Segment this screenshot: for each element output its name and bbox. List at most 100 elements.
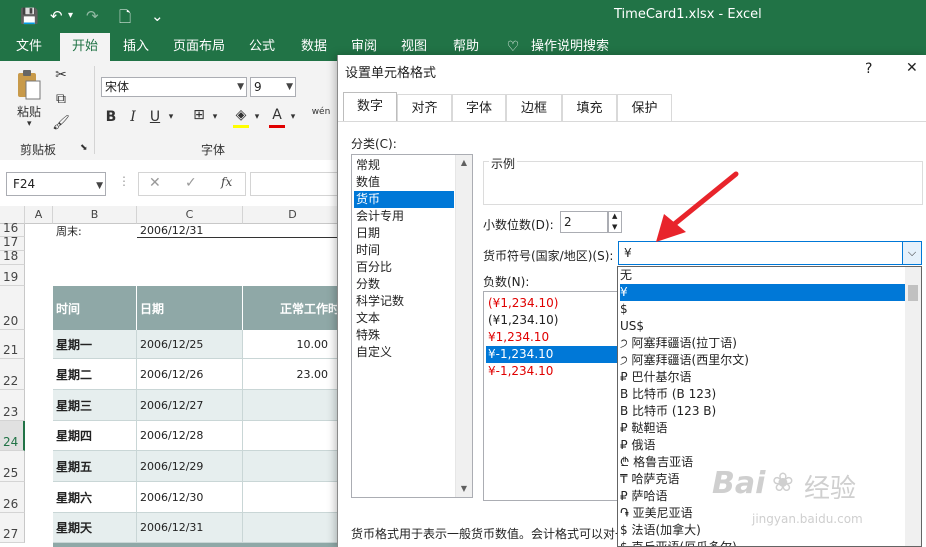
paste-button-label[interactable]: 粘贴 (17, 103, 41, 120)
scroll-down-icon[interactable]: ▼ (456, 481, 472, 497)
row-header[interactable]: 27 (0, 513, 25, 543)
list-item[interactable]: US$ (620, 318, 905, 335)
list-item[interactable]: $ 法语(加拿大) (620, 522, 905, 539)
list-item[interactable]: ¥-1,234.10 (486, 363, 618, 380)
list-item[interactable]: B 比特币 (B 123) (620, 386, 905, 403)
list-item[interactable]: ₽ 巴什基尔语 (620, 369, 905, 386)
date-cell[interactable]: 2006/12/27 (137, 390, 243, 421)
list-item[interactable]: 常规 (354, 157, 456, 174)
day-cell[interactable]: 星期五 (53, 451, 137, 482)
step-up-icon[interactable]: ▲ (612, 212, 617, 220)
confirm-entry-icon[interactable]: ✓ (185, 175, 197, 191)
column-header[interactable]: C (137, 206, 243, 224)
cut-icon[interactable]: ✂ (52, 67, 70, 83)
header-time[interactable]: 时间 (53, 286, 137, 330)
list-item[interactable]: ֏ 亚美尼亚语 (620, 505, 905, 522)
day-cell[interactable]: 星期三 (53, 390, 137, 421)
column-header[interactable]: A (25, 206, 53, 224)
row-header[interactable]: 25 (0, 451, 25, 482)
list-item[interactable]: 科学记数 (354, 293, 456, 310)
list-item[interactable]: ੭ 阿塞拜疆语(西里尔文) (620, 352, 905, 369)
date-cell[interactable]: 2006/12/29 (137, 451, 243, 482)
list-item[interactable]: (¥1,234.10) (486, 295, 618, 312)
list-item[interactable]: 数值 (354, 174, 456, 191)
list-item[interactable]: 文本 (354, 310, 456, 327)
tab-alignment[interactable]: 对齐 (397, 94, 452, 121)
date-cell[interactable]: 2006/12/30 (137, 482, 243, 513)
close-button[interactable]: ✕ (906, 60, 918, 76)
decimal-places-input[interactable]: 2 (560, 211, 608, 233)
list-item[interactable]: 时间 (354, 242, 456, 259)
day-cell[interactable]: 星期天 (53, 513, 137, 543)
hours-cell[interactable]: 23.00 (243, 359, 340, 390)
list-item[interactable]: 特殊 (354, 327, 456, 344)
dropdown-scrollbar[interactable] (905, 267, 921, 546)
borders-dropdown-icon[interactable]: ▾ (210, 112, 220, 122)
hours-cell[interactable] (243, 451, 340, 482)
chevron-down-icon[interactable]: ⌵ (902, 242, 921, 264)
tab-fill[interactable]: 填充 (562, 94, 617, 121)
row-header[interactable]: 22 (0, 359, 25, 390)
list-item[interactable]: ₸ 哈萨克语 (620, 471, 905, 488)
row-header-selected[interactable]: 24 (0, 421, 25, 451)
borders-icon[interactable]: ⊞ (190, 107, 208, 123)
redo-icon[interactable]: ↷ (86, 7, 99, 25)
font-name-select[interactable]: 宋体 ▼ (101, 77, 247, 97)
column-header[interactable]: B (53, 206, 137, 224)
currency-dropdown-list[interactable]: 无 ¥ $ US$ ੭ 阿塞拜疆语(拉丁语) ੭ 阿塞拜疆语(西里尔文) ₽ 巴… (617, 266, 922, 547)
list-item-selected[interactable]: ¥-1,234.10 (486, 346, 618, 363)
row-header[interactable]: 18 (0, 249, 25, 265)
list-item[interactable]: ₽ 俄语 (620, 437, 905, 454)
tab-protection[interactable]: 保护 (617, 94, 672, 121)
font-color-button[interactable]: A (268, 107, 286, 123)
tab-page-layout[interactable]: 页面布局 (166, 33, 232, 61)
underline-dropdown-icon[interactable]: ▾ (166, 112, 176, 122)
decimal-stepper[interactable]: ▲ ▼ (608, 211, 622, 233)
list-item[interactable]: ₽ 萨哈语 (620, 488, 905, 505)
tab-insert[interactable]: 插入 (114, 33, 158, 61)
list-item-selected[interactable]: ¥ (620, 284, 905, 301)
font-size-select[interactable]: 9 ▼ (250, 77, 296, 97)
day-cell[interactable]: 星期一 (53, 330, 137, 359)
tab-file[interactable]: 文件 (6, 33, 52, 61)
help-button[interactable]: ? (865, 61, 872, 77)
list-item-selected[interactable]: 货币 (354, 191, 454, 208)
tab-font[interactable]: 字体 (452, 94, 506, 121)
list-item[interactable]: B 比特币 (123 B) (620, 403, 905, 420)
undo-icon[interactable]: ↶ (50, 7, 63, 25)
row-header[interactable]: 23 (0, 390, 25, 421)
list-item[interactable]: ₾ 格鲁吉亚语 (620, 454, 905, 471)
cancel-entry-icon[interactable]: ✕ (149, 175, 161, 191)
tab-border[interactable]: 边框 (506, 94, 562, 121)
bold-button[interactable]: B (102, 109, 120, 125)
scroll-up-icon[interactable]: ▲ (456, 155, 472, 171)
date-cell[interactable]: 2006/12/28 (137, 421, 243, 451)
new-file-icon[interactable]: 🗋 (119, 7, 131, 32)
tab-number[interactable]: 数字 (343, 92, 397, 122)
list-item[interactable]: ੭ 阿塞拜疆语(拉丁语) (620, 335, 905, 352)
fill-color-icon[interactable]: ◈ (232, 107, 250, 123)
name-box[interactable]: F24 ▼ (6, 172, 106, 196)
row-header[interactable]: 20 (0, 286, 25, 330)
font-color-dropdown-icon[interactable]: ▾ (288, 112, 298, 122)
negative-numbers-list[interactable]: (¥1,234.10) (¥1,234.10) ¥1,234.10 ¥-1,23… (483, 291, 621, 501)
customize-toolbar-icon[interactable]: ⌄ (151, 7, 164, 25)
paste-dropdown-icon[interactable]: ▾ (27, 119, 32, 129)
date-cell[interactable]: 2006/12/31 (137, 513, 243, 543)
copy-icon[interactable]: ⧉ (52, 91, 70, 107)
list-item[interactable]: ₽ 鞑靼语 (620, 420, 905, 437)
step-down-icon[interactable]: ▼ (612, 223, 617, 231)
list-item[interactable]: 日期 (354, 225, 456, 242)
format-painter-icon[interactable]: 🖌 (52, 115, 70, 131)
row-header[interactable]: 21 (0, 330, 25, 359)
row-header[interactable]: 26 (0, 482, 25, 513)
hours-cell[interactable]: 10.00 (243, 330, 340, 359)
formula-input[interactable] (250, 172, 340, 196)
category-scrollbar[interactable]: ▲ ▼ (455, 155, 472, 497)
undo-dropdown-icon[interactable]: ▾ (68, 10, 73, 21)
tab-formulas[interactable]: 公式 (240, 33, 284, 61)
tab-data[interactable]: 数据 (292, 33, 336, 61)
save-icon[interactable]: 💾 (20, 7, 39, 25)
clipboard-launcher-icon[interactable]: ⬊ (80, 143, 88, 153)
underline-button[interactable]: U (146, 109, 164, 125)
